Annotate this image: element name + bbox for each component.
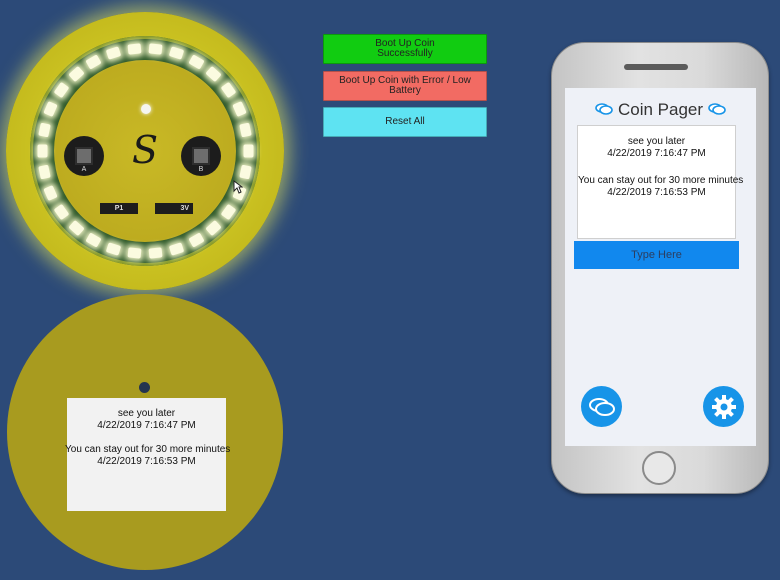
- led: [127, 42, 142, 55]
- message-time: 4/22/2019 7:16:47 PM: [607, 148, 706, 159]
- boot-up-success-button[interactable]: Boot Up Coin Successfully: [323, 34, 487, 64]
- settings-button[interactable]: [703, 386, 744, 427]
- coin-message-time: 4/22/2019 7:16:47 PM: [97, 420, 196, 431]
- app-title: Coin Pager: [565, 100, 756, 120]
- gear-icon: [711, 394, 736, 419]
- chat-icon: [588, 397, 615, 416]
- coin-display: see you later 4/22/2019 7:16:47 PM You c…: [65, 398, 231, 511]
- message-list: see you later 4/22/2019 7:16:47 PM You c…: [577, 125, 744, 239]
- indicator-led: [141, 104, 151, 114]
- led: [243, 144, 253, 158]
- coin-message-time: 4/22/2019 7:16:53 PM: [97, 456, 196, 467]
- led: [38, 165, 51, 180]
- phone-speaker: [624, 64, 688, 70]
- coin-hole: [139, 382, 150, 393]
- led: [127, 247, 142, 260]
- led: [37, 144, 47, 158]
- mouse-cursor-icon: [233, 180, 243, 194]
- app-title-text: Coin Pager: [617, 100, 704, 119]
- chat-button[interactable]: [581, 386, 622, 427]
- chat-bubbles-icon: [707, 103, 726, 115]
- home-button[interactable]: [642, 451, 676, 485]
- coin-logo-icon: S: [131, 128, 159, 172]
- boot-up-error-button[interactable]: Boot Up Coin with Error / Low Battery: [323, 71, 487, 101]
- led: [148, 247, 163, 260]
- coin-message-text: see you later: [117, 408, 176, 419]
- pad-3v: 3V: [155, 203, 193, 214]
- message-text: see you later: [627, 136, 686, 147]
- message-text: You can stay out for 30 more minutes: [578, 175, 744, 186]
- message-time: 4/22/2019 7:16:53 PM: [607, 187, 706, 198]
- button-b-label: B: [198, 166, 204, 173]
- chat-bubbles-icon: [595, 103, 614, 115]
- reset-all-button[interactable]: Reset All: [323, 107, 487, 137]
- coin-button-b[interactable]: B: [181, 136, 221, 176]
- coin-button-a[interactable]: A: [64, 136, 104, 176]
- message-input[interactable]: Type Here: [574, 241, 739, 269]
- coin-message-text: You can stay out for 30 more minutes: [65, 444, 231, 455]
- button-a-label: A: [81, 166, 87, 173]
- led: [148, 42, 163, 55]
- pad-p1: P1: [100, 203, 138, 214]
